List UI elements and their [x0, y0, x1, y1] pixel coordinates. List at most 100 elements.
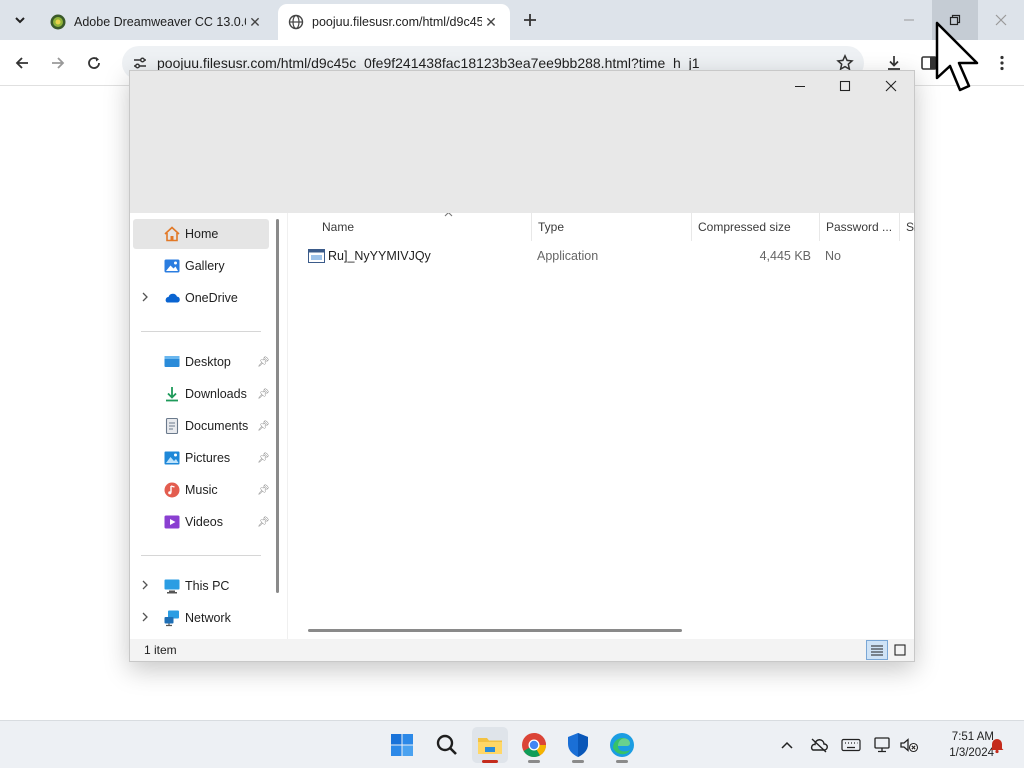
nav-item-gallery[interactable]: Gallery [133, 251, 269, 281]
column-label: Name [322, 220, 355, 234]
arrow-right-icon [52, 57, 65, 69]
tab-dreamweaver[interactable]: Adobe Dreamweaver CC 13.0.0 ✕ [40, 4, 274, 40]
chevron-down-icon [15, 17, 25, 24]
close-tab-icon[interactable]: ✕ [246, 13, 264, 31]
pin-icon[interactable]: 📌︎ [257, 389, 270, 400]
videos-icon [163, 513, 181, 531]
url-text: poojuu.filesusr.com/html/d9c45c_0fe9f241… [157, 55, 700, 71]
nav-item-onedrive[interactable]: OneDrive [133, 283, 269, 313]
explorer-maximize-button[interactable] [822, 71, 868, 101]
nav-item-downloads[interactable]: Downloads 📌︎ [133, 379, 270, 409]
edge-icon [610, 733, 634, 757]
explorer-close-button[interactable] [868, 71, 914, 101]
minimize-button[interactable] [886, 0, 932, 40]
tab-title: poojuu.filesusr.com/html/d9c45 [312, 15, 482, 29]
active-app-indicator [482, 760, 498, 763]
item-count: 1 item [144, 643, 177, 657]
gallery-icon [163, 257, 181, 275]
documents-icon [163, 417, 181, 435]
pin-icon[interactable]: 📌︎ [257, 357, 270, 368]
taskbar-chrome[interactable] [516, 727, 552, 763]
pin-icon[interactable]: 📌︎ [257, 485, 270, 496]
show-hidden-icons-chevron-up-icon[interactable] [776, 734, 798, 756]
pin-icon[interactable]: 📌︎ [257, 517, 270, 528]
pin-icon[interactable]: 📌︎ [257, 453, 270, 464]
tab-title: Adobe Dreamweaver CC 13.0.0 [74, 15, 246, 29]
nav-item-videos[interactable]: Videos 📌︎ [133, 507, 270, 537]
nav-scrollbar[interactable] [276, 219, 279, 593]
status-bar: 1 item [130, 639, 914, 661]
clock-time: 7:51 AM [951, 731, 994, 743]
nav-label: Network [185, 611, 231, 625]
chrome-icon [522, 733, 546, 758]
column-header-compressed-size[interactable]: Compressed size [692, 213, 820, 241]
running-app-indicator [528, 760, 540, 763]
nav-label: Videos [185, 515, 223, 529]
column-header-password[interactable]: Password ... [820, 213, 900, 241]
table-row[interactable]: Ru]_NyYYMIVJQy Application 4,445 KB No [288, 245, 915, 269]
menu-kebab-icon[interactable] [991, 52, 1013, 74]
nav-label: Pictures [185, 451, 231, 465]
tiles-view-button[interactable] [889, 640, 911, 660]
explorer-minimize-button[interactable] [777, 71, 823, 101]
volume-muted-icon[interactable] [898, 734, 920, 756]
network-icon [163, 609, 181, 627]
nav-label: This PC [185, 579, 230, 593]
nav-label: Downloads [185, 387, 247, 401]
close-tab-icon[interactable]: ✕ [482, 13, 500, 31]
nav-label: Music [185, 483, 218, 497]
horizontal-scrollbar[interactable] [308, 629, 682, 632]
back-button[interactable] [7, 48, 37, 78]
details-view-button[interactable] [866, 640, 888, 660]
taskbar-windows-security[interactable] [560, 727, 596, 763]
file-type: Application [537, 249, 599, 263]
tab-filesusr[interactable]: poojuu.filesusr.com/html/d9c45 ✕ [278, 4, 510, 40]
column-label: Password ... [826, 220, 893, 234]
sort-ascending-icon [444, 213, 453, 220]
nav-item-this-pc[interactable]: This PC [133, 571, 269, 601]
notification-bell-icon[interactable] [986, 734, 1008, 756]
tab-search-button[interactable] [6, 7, 34, 33]
application-file-icon [308, 248, 325, 267]
navigation-pane: Home Gallery OneDrive Desktop 📌︎ Downloa… [130, 213, 280, 639]
nav-item-documents[interactable]: Documents 📌︎ [133, 411, 270, 441]
details-view-icon [871, 645, 883, 656]
column-header-type[interactable]: Type [532, 213, 692, 241]
column-label: Si [906, 220, 915, 234]
chevron-right-icon[interactable] [141, 612, 149, 625]
forward-button[interactable] [43, 48, 73, 78]
running-app-indicator [616, 760, 628, 763]
start-button[interactable] [384, 727, 420, 763]
nav-item-music[interactable]: Music 📌︎ [133, 475, 270, 505]
keyboard-icon[interactable] [840, 734, 862, 756]
system-clock[interactable]: 7:51 AM 1/3/2024 [920, 729, 994, 761]
nav-label: Desktop [185, 355, 231, 369]
onedrive-offline-icon[interactable] [808, 734, 830, 756]
download-icon [163, 385, 181, 403]
taskbar-edge[interactable] [604, 727, 640, 763]
minimize-icon [795, 86, 805, 87]
network-tray-icon[interactable] [872, 734, 894, 756]
nav-item-desktop[interactable]: Desktop 📌︎ [133, 347, 270, 377]
chevron-right-icon[interactable] [141, 580, 149, 593]
new-tab-button[interactable] [518, 8, 542, 32]
nav-item-pictures[interactable]: Pictures 📌︎ [133, 443, 270, 473]
onedrive-icon [163, 289, 181, 307]
chevron-right-icon[interactable] [141, 292, 149, 305]
taskbar-file-explorer[interactable] [472, 727, 508, 763]
clock-date: 1/3/2024 [949, 747, 994, 759]
explorer-header-area [130, 71, 914, 213]
nav-divider [141, 555, 261, 556]
close-icon [885, 80, 897, 92]
nav-label: Home [185, 227, 219, 241]
file-list: Name Type Compressed size Password ... S… [287, 213, 915, 639]
column-header-size[interactable]: Si [900, 213, 915, 241]
nav-item-home[interactable]: Home [133, 219, 269, 249]
column-header-name[interactable]: Name [316, 213, 532, 241]
pin-icon[interactable]: 📌︎ [257, 421, 270, 432]
nav-label: Documents [185, 419, 249, 433]
reload-button[interactable] [79, 48, 109, 78]
nav-item-network[interactable]: Network [133, 603, 269, 633]
security-icon [568, 733, 588, 757]
taskbar-search-button[interactable] [429, 727, 465, 763]
